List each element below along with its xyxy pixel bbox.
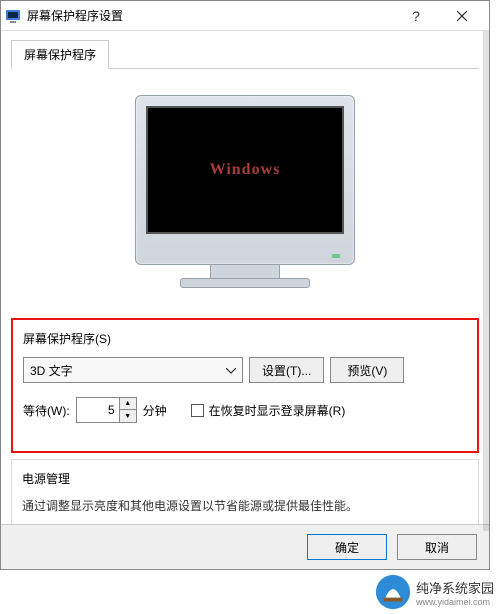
screensaver-preview-text: Windows: [210, 161, 281, 179]
wait-row: 等待(W): ▲ ▼ 分钟 在恢复时显示登录屏幕(R): [23, 397, 467, 423]
content-area: 屏幕保护程序 Windows 屏幕保护程序(S) 3D 文字: [1, 31, 489, 573]
wait-spinbox[interactable]: ▲ ▼: [76, 397, 137, 423]
monitor-stand: [210, 265, 280, 279]
monitor-base: [180, 278, 310, 288]
resume-checkbox-label: 在恢复时显示登录屏幕(R): [209, 402, 346, 419]
screensaver-selected-value: 3D 文字: [30, 362, 73, 379]
resume-checkbox[interactable]: 在恢复时显示登录屏幕(R): [191, 402, 346, 419]
close-button[interactable]: [439, 1, 485, 31]
checkbox-box: [191, 404, 204, 417]
screensaver-select-row: 3D 文字 设置(T)... 预览(V): [23, 357, 467, 383]
spin-down-button[interactable]: ▼: [120, 410, 136, 422]
monitor-power-led: [332, 254, 340, 258]
monitor-screen: Windows: [146, 106, 344, 234]
ok-button[interactable]: 确定: [307, 534, 387, 560]
help-button[interactable]: ?: [393, 1, 439, 31]
watermark-text-block: 纯净系统家园 www.yidaimei.com: [416, 578, 494, 607]
chevron-down-icon: [226, 363, 236, 377]
tab-screensaver[interactable]: 屏幕保护程序: [11, 40, 109, 69]
spin-up-button[interactable]: ▲: [120, 398, 136, 410]
screensaver-group: 屏幕保护程序(S) 3D 文字 设置(T)... 预览(V) 等待(W): ▲: [11, 318, 479, 453]
wait-label: 等待(W):: [23, 402, 70, 419]
wait-input[interactable]: [77, 398, 119, 422]
power-description: 通过调整显示亮度和其他电源设置以节省能源或提供最佳性能。: [22, 497, 468, 515]
dialog-footer: 确定 取消: [1, 524, 489, 569]
window-title: 屏幕保护程序设置: [27, 7, 393, 24]
tab-row: 屏幕保护程序: [11, 39, 479, 69]
power-group-title: 电源管理: [22, 470, 468, 487]
screensaver-group-title: 屏幕保护程序(S): [23, 330, 467, 347]
watermark-brand: 纯净系统家园: [416, 581, 494, 596]
settings-button[interactable]: 设置(T)...: [249, 357, 324, 383]
titlebar[interactable]: 屏幕保护程序设置 ?: [1, 1, 489, 31]
watermark: 纯净系统家园 www.yidaimei.com: [372, 571, 496, 613]
watermark-url: www.yidaimei.com: [416, 597, 494, 607]
cancel-button[interactable]: 取消: [397, 534, 477, 560]
monitor-graphic: Windows: [135, 95, 355, 288]
screensaver-combobox[interactable]: 3D 文字: [23, 357, 243, 383]
app-icon: [5, 8, 21, 24]
watermark-logo-icon: [374, 573, 412, 611]
monitor-preview-area: Windows: [11, 75, 479, 312]
shadow-strip: [483, 31, 489, 531]
monitor-frame: Windows: [135, 95, 355, 265]
screensaver-settings-window: 屏幕保护程序设置 ? 屏幕保护程序 Windows 屏幕保护程序(S): [0, 0, 490, 570]
preview-button[interactable]: 预览(V): [330, 357, 404, 383]
wait-unit-label: 分钟: [143, 402, 167, 419]
close-icon: [457, 11, 467, 21]
